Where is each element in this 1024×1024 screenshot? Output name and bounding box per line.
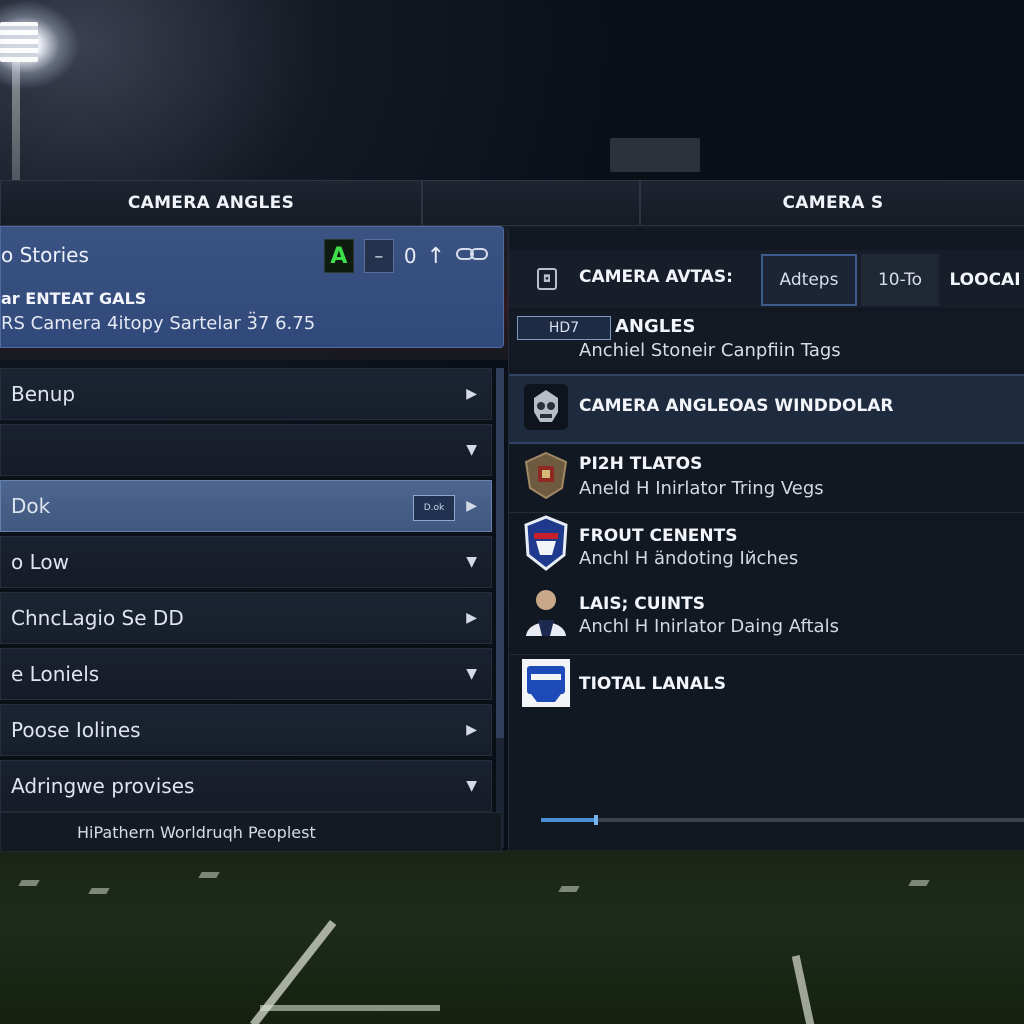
blue-logo-icon <box>521 658 571 708</box>
minus-button[interactable]: – <box>363 239 394 273</box>
tab-camera-angles[interactable]: CAMERA ANGLES <box>0 180 422 226</box>
menu-footer: HiPathern Worldruqh Peoplest <box>0 812 502 852</box>
field-line <box>260 1005 440 1011</box>
menu-item-loniels[interactable]: e Loniels ▼ <box>0 648 492 700</box>
menu-badge: D.ok <box>413 495 455 521</box>
up-arrow-icon[interactable]: ↑ <box>427 244 445 269</box>
football-field <box>0 850 1024 1024</box>
stories-toolbar: A – 0 ↑ <box>323 239 489 273</box>
stories-card[interactable]: o Stories A – 0 ↑ ar ENTEAT GALS RS Came… <box>0 226 504 348</box>
angles-header: HD7 ANGLES Anchiel Stoneir Canpfiin Tags <box>509 312 1024 368</box>
yard-marker <box>198 872 220 878</box>
left-menu: Benup ▶ ▼ Dok D.ok ▶ o Low ▼ ChncLagio Se DD… <box>0 368 492 816</box>
skull-crest-icon <box>521 382 571 432</box>
chevron-down-icon: ▼ <box>466 554 477 570</box>
tab-10-to[interactable]: 10-To <box>861 254 939 306</box>
menu-item-label: o Low <box>11 550 69 574</box>
entry-subtitle: Anchl H Inirlator Daing Aftals <box>579 616 839 637</box>
entry-title: PI2H TLATOS <box>579 454 703 474</box>
stories-title: o Stories <box>1 243 89 267</box>
camera-icon: ◘ <box>537 268 557 290</box>
chevron-down-icon: ▼ <box>466 666 477 682</box>
menu-item-label: Adringwe provises <box>11 774 195 798</box>
tab-label: CAMERA S <box>782 193 884 213</box>
progress-slider[interactable] <box>541 815 1024 825</box>
list-item[interactable]: LAIS; CUINTS Anchl H Inirlator Daing Aft… <box>509 584 1024 650</box>
menu-item-dok[interactable]: Dok D.ok ▶ <box>0 480 492 532</box>
list-item[interactable]: FROUT CENENTS Anchl H ändoting Iйches <box>509 515 1024 582</box>
menu-item-label: e Loniels <box>11 662 100 686</box>
shield-crest-icon <box>521 450 571 500</box>
entry-title: CAMERA ANGLEOAS WINDDOLAR <box>579 396 894 416</box>
hd-badge: HD7 <box>517 316 611 340</box>
entry-title: TIOTAL LANALS <box>579 674 727 694</box>
menu-item-blank[interactable]: ▼ <box>0 424 492 476</box>
player-portrait-icon <box>521 586 571 636</box>
progress-fill <box>541 818 595 822</box>
tab-camera-s[interactable]: CAMERA S <box>640 180 1024 226</box>
entry-title: FROUT CENENTS <box>579 526 738 546</box>
stories-detail: RS Camera 4itopy Sartelar 3̈7 6.75 <box>1 313 316 334</box>
angles-title: ANGLES <box>615 316 696 337</box>
yard-marker <box>558 886 580 892</box>
yard-marker <box>908 880 930 886</box>
stadium-light-icon <box>0 22 38 62</box>
chevron-down-icon: ▼ <box>466 442 477 458</box>
menu-item-label: Dok <box>11 494 51 518</box>
menu-item-low[interactable]: o Low ▼ <box>0 536 492 588</box>
list-item[interactable]: TIOTAL LANALS <box>509 654 1024 720</box>
a-button[interactable]: A <box>323 239 354 273</box>
camera-panel: ◘ CAMERA AVTAS: Adteps 10-To LOOCAI HD7 … <box>508 228 1024 850</box>
yard-marker <box>88 888 110 894</box>
entry-title: LAIS; CUINTS <box>579 594 705 614</box>
count-value: 0 <box>403 244 417 268</box>
camera-bar: ◘ CAMERA AVTAS: Adteps 10-To LOOCAI <box>509 250 1024 308</box>
menu-scrollbar[interactable] <box>496 368 504 848</box>
menu-item-label: ChncLagio Se DD <box>11 606 184 630</box>
progress-knob[interactable] <box>594 815 599 825</box>
menu-item-poose[interactable]: Poose Iolines ▶ <box>0 704 492 756</box>
chevron-down-icon: ▼ <box>466 778 477 794</box>
chevron-right-icon: ▶ <box>466 498 477 514</box>
tab-loocai[interactable]: LOOCAI <box>945 254 1024 306</box>
chevron-right-icon: ▶ <box>466 722 477 738</box>
tab-label: CAMERA ANGLES <box>127 193 295 213</box>
yard-marker <box>18 880 40 886</box>
divider <box>509 512 1024 513</box>
team-badge-icon <box>521 515 571 571</box>
scrollbar-thumb[interactable] <box>496 368 504 738</box>
chevron-right-icon: ▶ <box>466 610 477 626</box>
menu-item-label: Benup <box>11 382 76 406</box>
tab-adteps[interactable]: Adteps <box>761 254 857 306</box>
angles-subtitle: Anchiel Stoneir Canpfiin Tags <box>579 340 841 361</box>
link-icon[interactable] <box>455 245 489 268</box>
menu-item-chnclagio[interactable]: ChncLagio Se DD ▶ <box>0 592 492 644</box>
camera-label: CAMERA AVTAS: <box>579 267 733 287</box>
entry-subtitle: Anchl H ändoting Iйches <box>579 548 799 569</box>
list-item[interactable]: PI2H TLATOS Aneld H Inirlator Tring Vegs <box>509 444 1024 510</box>
entry-subtitle: Aneld H Inirlator Tring Vegs <box>579 478 824 499</box>
stories-subtitle: ar ENTEAT GALS <box>1 289 147 308</box>
menu-item-benup[interactable]: Benup ▶ <box>0 368 492 420</box>
scoreboard <box>610 138 700 172</box>
chevron-right-icon: ▶ <box>466 386 477 402</box>
list-item[interactable]: CAMERA ANGLEOAS WINDDOLAR <box>509 374 1024 444</box>
menu-item-label: Poose Iolines <box>11 718 141 742</box>
menu-item-adringwe[interactable]: Adringwe provises ▼ <box>0 760 492 812</box>
tab-blank[interactable] <box>422 180 640 226</box>
footer-text: HiPathern Worldruqh Peoplest <box>77 822 316 842</box>
